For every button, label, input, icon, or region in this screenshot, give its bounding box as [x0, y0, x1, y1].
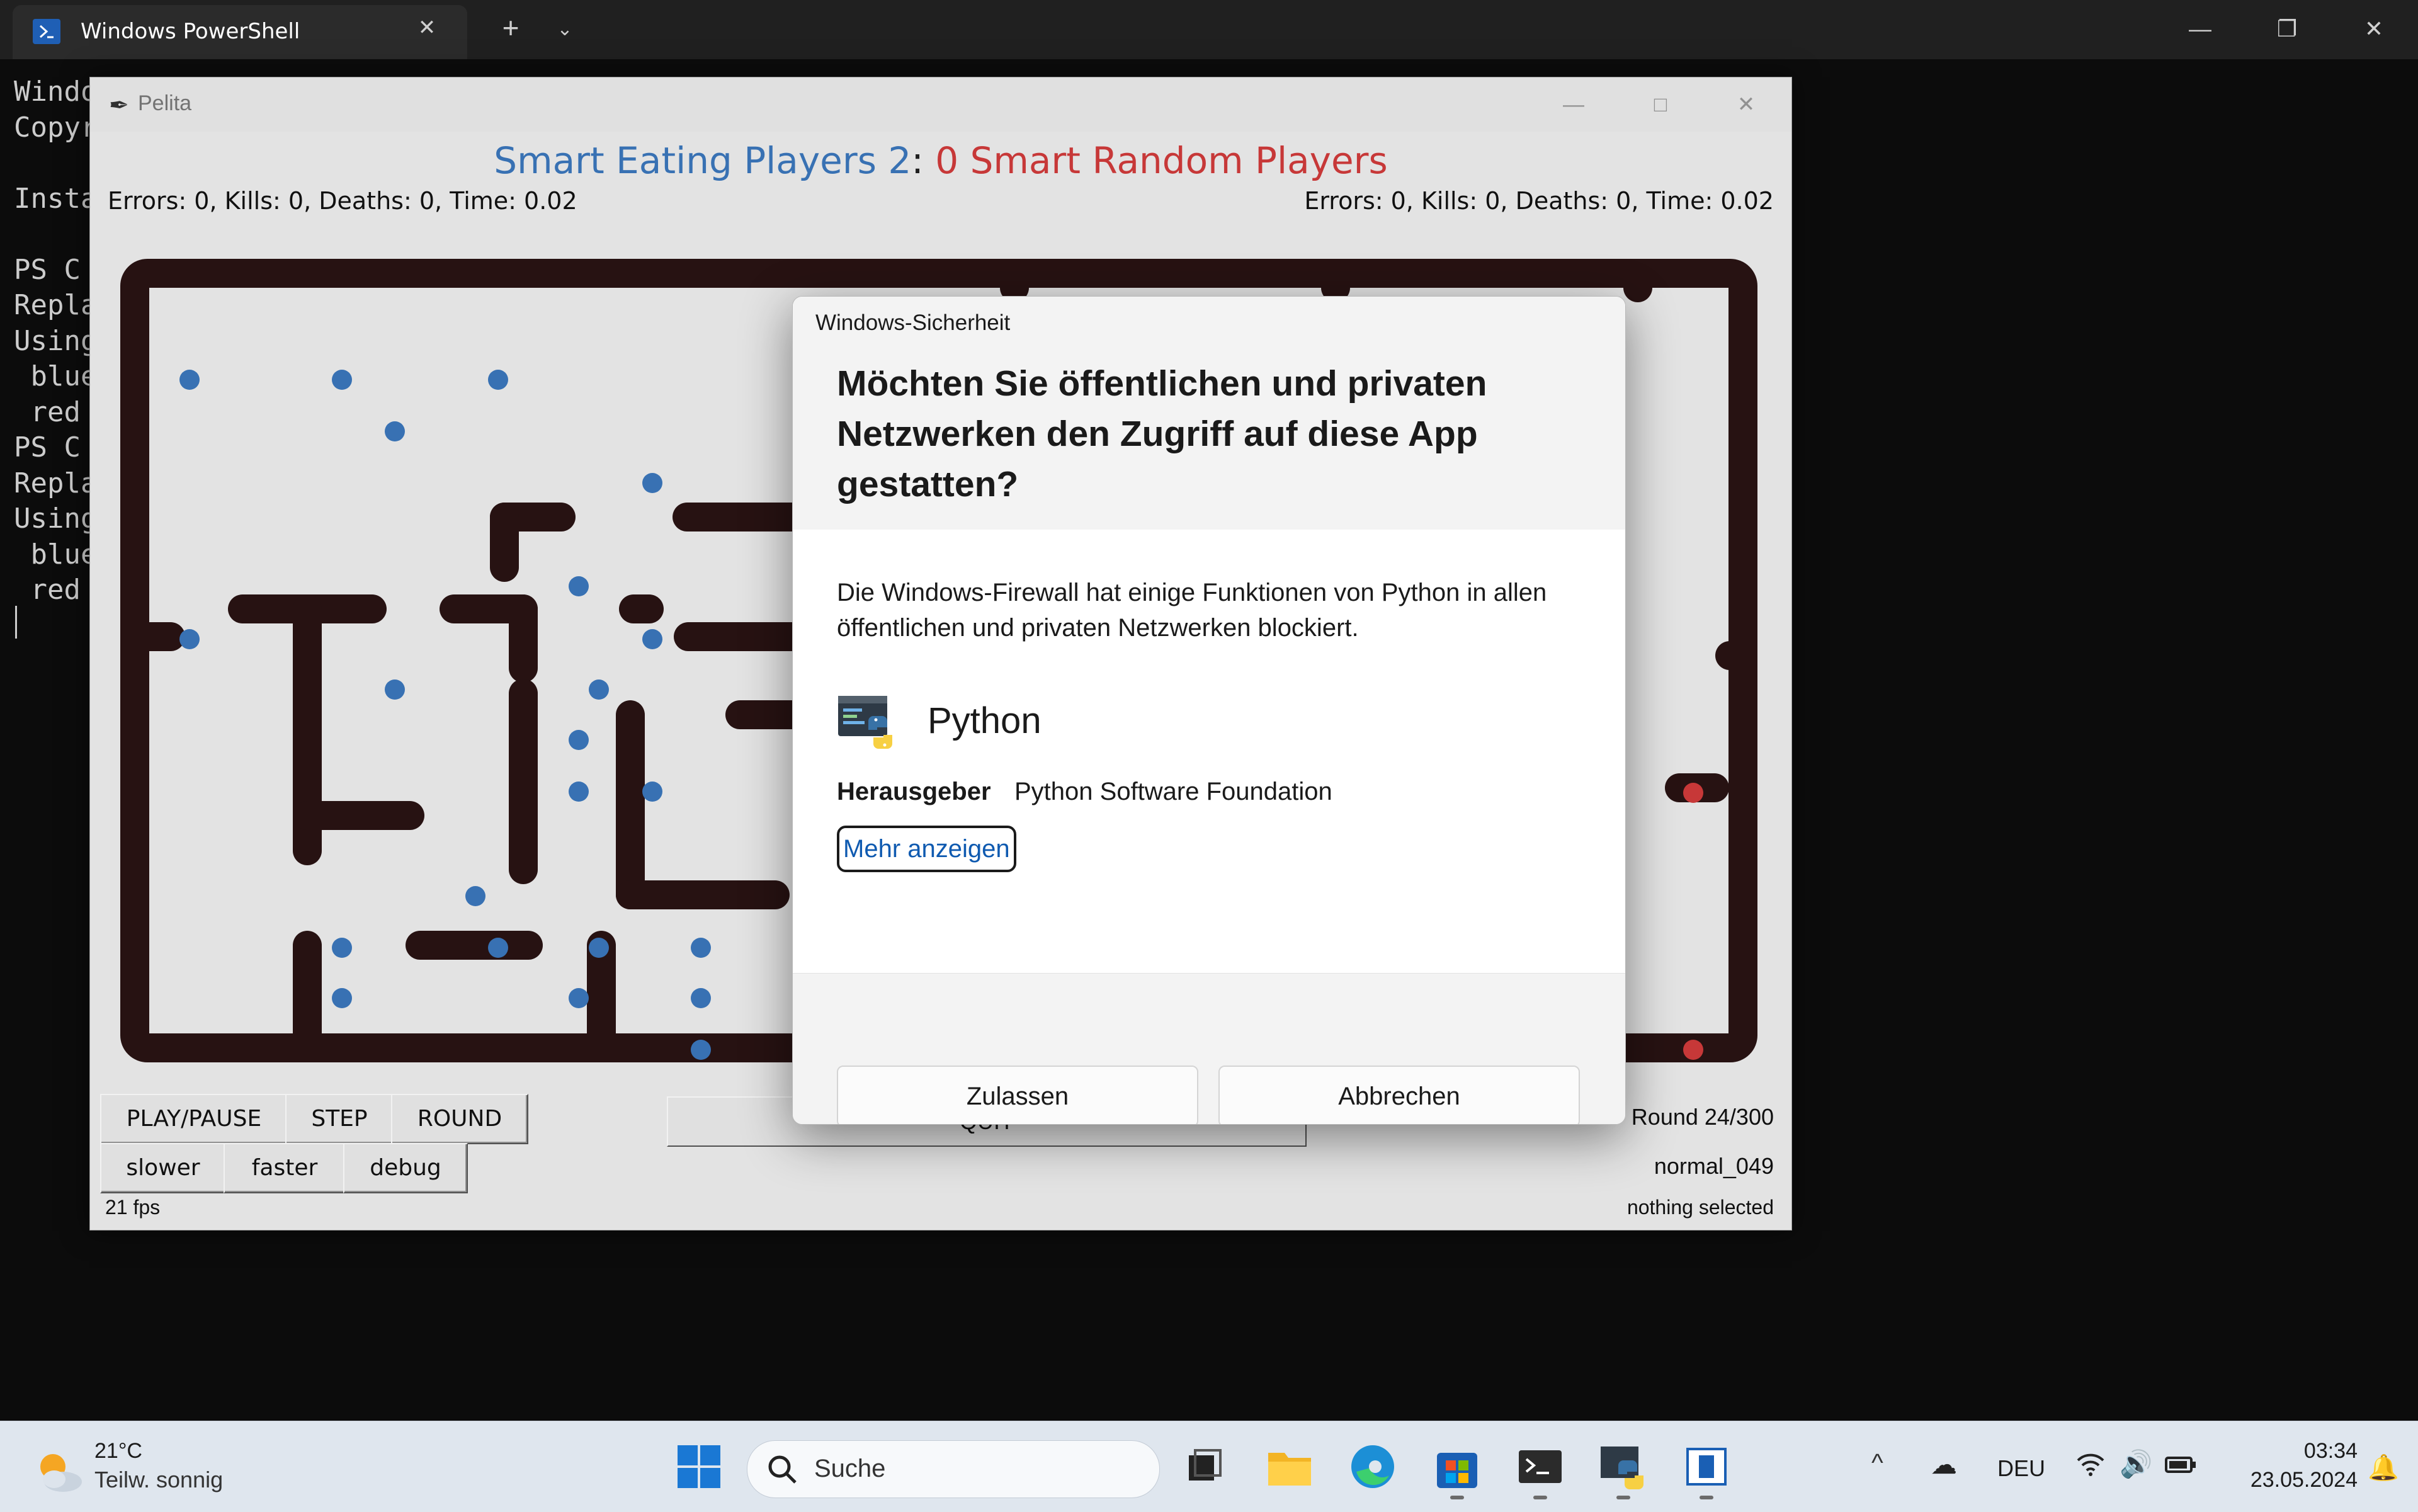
terminal-icon[interactable]: [1515, 1441, 1565, 1492]
maximize-button[interactable]: ❐: [2268, 11, 2306, 47]
python-app-name: Python: [928, 700, 1042, 741]
dialog-message: Die Windows-Firewall hat einige Funktion…: [837, 579, 1547, 642]
battery-icon[interactable]: [2164, 1449, 2199, 1479]
terminal-tab[interactable]: Windows PowerShell ✕: [13, 5, 467, 59]
security-dialog: Windows-Sicherheit Möchten Sie öffentlic…: [792, 296, 1626, 1125]
powershell-icon: [33, 19, 60, 44]
language-indicator[interactable]: DEU: [1997, 1455, 2045, 1482]
python-icon[interactable]: [1598, 1441, 1649, 1492]
dialog-question: Möchten Sie öffentlichen und privaten Ne…: [837, 363, 1487, 504]
dialog-app-title: Windows-Sicherheit: [815, 310, 1011, 335]
notification-icon[interactable]: 🔔: [2368, 1453, 2399, 1482]
pelita-taskbar-icon[interactable]: [1681, 1441, 1732, 1492]
dialog-header: Windows-Sicherheit Möchten Sie öffentlic…: [793, 297, 1625, 530]
python-running-indicator: [1616, 1496, 1630, 1499]
new-tab-button[interactable]: +: [495, 13, 526, 45]
terminal-cursor: [15, 606, 17, 639]
show-more-link[interactable]: Mehr anzeigen: [837, 826, 1016, 872]
search-icon: [768, 1455, 797, 1484]
taskbar-search[interactable]: Suche: [747, 1440, 1160, 1498]
terminal-output[interactable]: Windo Copyr Insta PS C Repla Using blue …: [14, 74, 97, 608]
close-window-button[interactable]: ✕: [2355, 11, 2393, 47]
clock-date[interactable]: 23.05.2024: [2251, 1468, 2358, 1492]
close-tab-icon[interactable]: ✕: [413, 14, 441, 42]
store-icon[interactable]: [1432, 1441, 1482, 1492]
allow-button[interactable]: Zulassen: [837, 1066, 1198, 1124]
weather-description[interactable]: Teilw. sonnig: [94, 1467, 223, 1493]
python-app-icon: [838, 696, 892, 749]
tray-chevron-icon[interactable]: ^: [1871, 1449, 1883, 1477]
tab-dropdown-button[interactable]: ⌄: [549, 14, 581, 45]
taskbar: 21°C Teilw. sonnig Suche ^ ☁ DEU 🔊 03:34…: [0, 1421, 2418, 1512]
onedrive-icon[interactable]: ☁: [1931, 1449, 1957, 1480]
terminal-tabbar: Windows PowerShell ✕ + ⌄ — ❐ ✕: [0, 0, 2418, 59]
task-view-icon[interactable]: [1178, 1441, 1228, 1492]
publisher-label: Herausgeber: [837, 778, 991, 805]
store-running-indicator: [1450, 1496, 1464, 1499]
cancel-button[interactable]: Abbrechen: [1218, 1066, 1580, 1124]
terminal-tab-title: Windows PowerShell: [81, 19, 300, 44]
weather-temperature[interactable]: 21°C: [94, 1439, 142, 1464]
minimize-button[interactable]: —: [2181, 11, 2219, 47]
volume-icon[interactable]: 🔊: [2120, 1449, 2152, 1480]
windows-start-icon[interactable]: [676, 1444, 722, 1489]
publisher-value: Python Software Foundation: [1014, 778, 1332, 805]
file-explorer-icon[interactable]: [1264, 1441, 1315, 1492]
edge-icon[interactable]: [1348, 1441, 1398, 1492]
weather-icon[interactable]: [31, 1447, 84, 1497]
clock-time[interactable]: 03:34: [2304, 1439, 2358, 1464]
search-placeholder: Suche: [814, 1455, 886, 1482]
wifi-icon[interactable]: [2075, 1449, 2106, 1479]
dialog-footer: Zulassen Abbrechen: [793, 973, 1625, 1124]
terminal-running-indicator: [1533, 1496, 1547, 1499]
pelita-running-indicator: [1700, 1496, 1713, 1499]
